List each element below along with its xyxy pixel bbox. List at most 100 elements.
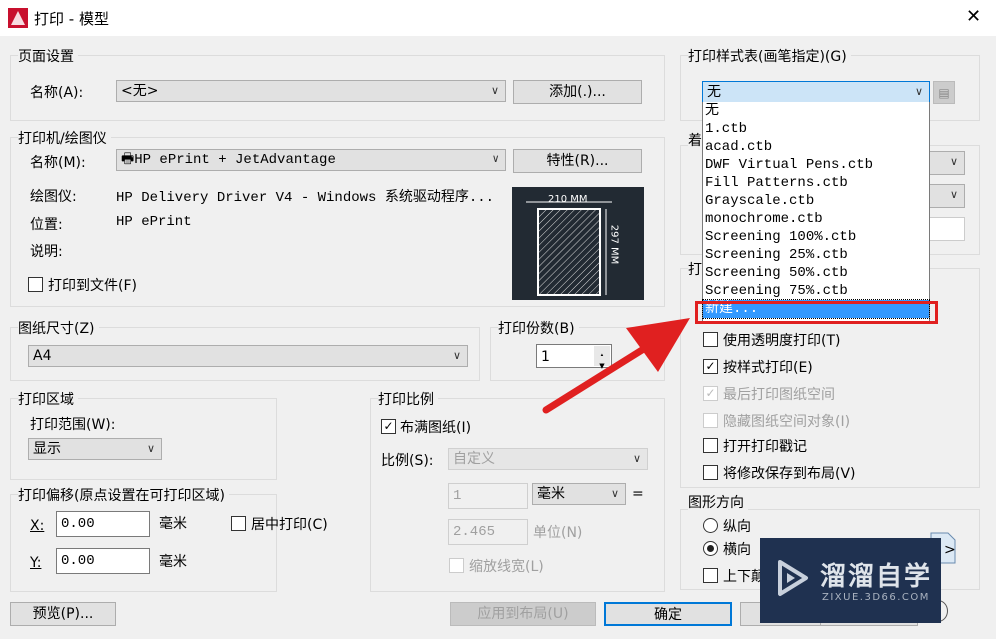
fit-to-paper-label: 布满图纸(I): [400, 420, 472, 436]
print-to-file-label: 打印到文件(F): [48, 278, 137, 294]
svg-text:>: >: [944, 542, 956, 558]
plot-option-label: 最后打印图纸空间: [723, 387, 835, 403]
plot-range-label: 打印范围(W):: [30, 417, 116, 433]
printer-name-label: 名称(M):: [30, 155, 86, 171]
upside-down-label: 上下颠: [723, 569, 765, 585]
autocad-logo-icon: [8, 8, 28, 28]
print-to-file-checkbox[interactable]: [28, 277, 43, 292]
plot-option-label: 打开打印戳记: [723, 439, 807, 455]
plot-offset-group: [10, 494, 277, 592]
upside-down-checkbox[interactable]: [703, 568, 718, 583]
close-button[interactable]: ✕: [966, 6, 981, 27]
preview-width-label: 210 MM: [548, 194, 588, 205]
center-plot-checkbox[interactable]: [231, 516, 246, 531]
plot-style-option[interactable]: Screening 100%.ctb: [703, 228, 929, 246]
plot-style-option[interactable]: acad.ctb: [703, 138, 929, 156]
chevron-down-icon: ∨: [949, 188, 958, 201]
combo-value: A4: [33, 348, 52, 364]
chevron-down-icon: ∨: [632, 452, 641, 465]
chevron-down-icon: ∨: [146, 442, 155, 455]
plot-style-option[interactable]: 无: [703, 102, 929, 120]
plot-style-option[interactable]: 1.ctb: [703, 120, 929, 138]
apply-to-layout-button[interactable]: 应用到布局(U): [450, 602, 596, 626]
combo-value: HP ePrint + JetAdvantage: [134, 152, 336, 168]
chevron-down-icon: ∨: [914, 85, 923, 98]
preview-button[interactable]: 预览(P)...: [10, 602, 116, 626]
plot-style-title: 打印样式表(画笔指定)(G): [688, 46, 851, 66]
plot-style-option[interactable]: Fill Patterns.ctb: [703, 174, 929, 192]
plot-option-label: 按样式打印(E): [723, 360, 813, 376]
y-unit: 毫米: [159, 554, 187, 570]
properties-button[interactable]: 特性(R)...: [513, 149, 642, 173]
plot-option-checkbox[interactable]: [703, 465, 718, 480]
preview-height-label: 297 MM: [608, 224, 620, 265]
scale-lineweights-label: 缩放线宽(L): [469, 559, 544, 575]
scale-lineweights-checkbox[interactable]: [449, 558, 464, 573]
x-offset-input[interactable]: 0.00: [56, 511, 150, 537]
paper-size-title: 图纸尺寸(Z): [18, 318, 99, 338]
landscape-label: 横向: [723, 542, 751, 558]
combo-value: 自定义: [453, 451, 495, 467]
plot-option-label: 隐藏图纸空间对象(I): [723, 414, 851, 430]
equals-sign: =: [632, 486, 644, 502]
plot-style-dropdown[interactable]: 无 1.ctb acad.ctb DWF Virtual Pens.ctb Fill P…: [702, 102, 930, 322]
chevron-down-icon: ∨: [610, 487, 619, 500]
combo-value: 毫米: [537, 486, 565, 502]
plot-option-label: 将修改保存到布局(V): [723, 466, 856, 482]
plot-option-checkbox[interactable]: [703, 438, 718, 453]
plot-style-combo[interactable]: 无 ∨: [702, 81, 930, 103]
printer-name-combo[interactable]: 🖶HP ePrint + JetAdvantage ∨: [116, 149, 506, 171]
chevron-down-icon: ∨: [452, 349, 461, 362]
plot-range-combo[interactable]: 显示 ∨: [28, 438, 162, 460]
combo-value: 无: [707, 84, 721, 100]
title-bar: 打印 - 模型 ✕: [0, 0, 996, 36]
chevron-down-icon: ∨: [492, 154, 499, 166]
watermark-url: ZIXUE.3D66.COM: [822, 592, 930, 603]
play-logo-icon: [778, 560, 808, 596]
page-setup-title: 页面设置: [18, 46, 78, 66]
plot-style-option[interactable]: Screening 25%.ctb: [703, 246, 929, 264]
location-label: 位置:: [30, 217, 63, 233]
description-label: 说明:: [30, 244, 63, 260]
watermark: 溜溜自学 ZIXUE.3D66.COM: [760, 538, 941, 623]
printer-icon: 🖶: [121, 152, 135, 168]
x-unit: 毫米: [159, 516, 187, 532]
page-setup-name-combo[interactable]: <无> ∨: [116, 80, 506, 102]
annotation-highlight-box: [695, 301, 938, 324]
add-button[interactable]: 添加(.)...: [513, 80, 642, 104]
combo-value: 显示: [33, 441, 61, 457]
center-plot-label: 居中打印(C): [251, 517, 328, 533]
ok-button[interactable]: 确定: [604, 602, 732, 626]
orientation-title: 图形方向: [688, 492, 748, 512]
x-label: X:: [30, 518, 45, 534]
chevron-down-icon: ∨: [490, 84, 499, 97]
scale-label: 比例(S):: [381, 453, 434, 469]
plot-style-option[interactable]: monochrome.ctb: [703, 210, 929, 228]
plot-style-option[interactable]: Grayscale.ctb: [703, 192, 929, 210]
edit-plot-style-button[interactable]: ▤: [933, 81, 955, 104]
window-title: 打印 - 模型: [34, 10, 109, 28]
plot-offset-title: 打印偏移(原点设置在可打印区域): [18, 485, 229, 505]
plot-style-option[interactable]: DWF Virtual Pens.ctb: [703, 156, 929, 174]
plot-style-option[interactable]: Screening 50%.ctb: [703, 264, 929, 282]
scale-unit-combo[interactable]: 毫米 ∨: [532, 483, 626, 505]
portrait-label: 纵向: [723, 519, 751, 535]
scale-combo[interactable]: 自定义 ∨: [448, 448, 648, 470]
y-label: Y:: [30, 555, 42, 571]
printer-title: 打印机/绘图仪: [18, 128, 111, 148]
portrait-radio[interactable]: [703, 518, 718, 533]
scale-value2-input[interactable]: 2.465: [448, 519, 528, 545]
fit-to-paper-checkbox[interactable]: ✓: [381, 419, 396, 434]
annotation-arrow: [542, 318, 690, 414]
location-value: HP ePrint: [116, 214, 192, 230]
plot-area-title: 打印区域: [18, 389, 78, 409]
paper-preview: 210 MM 297 MM: [512, 187, 644, 300]
paper-size-combo[interactable]: A4 ∨: [28, 345, 468, 367]
scale-value1-input[interactable]: 1: [448, 483, 528, 509]
plot-scale-title: 打印比例: [378, 389, 438, 409]
y-offset-input[interactable]: 0.00: [56, 548, 150, 574]
landscape-radio[interactable]: [703, 541, 718, 556]
plot-style-option[interactable]: Screening 75%.ctb: [703, 282, 929, 300]
combo-value: <无>: [121, 83, 159, 99]
plotter-label: 绘图仪:: [30, 189, 77, 205]
